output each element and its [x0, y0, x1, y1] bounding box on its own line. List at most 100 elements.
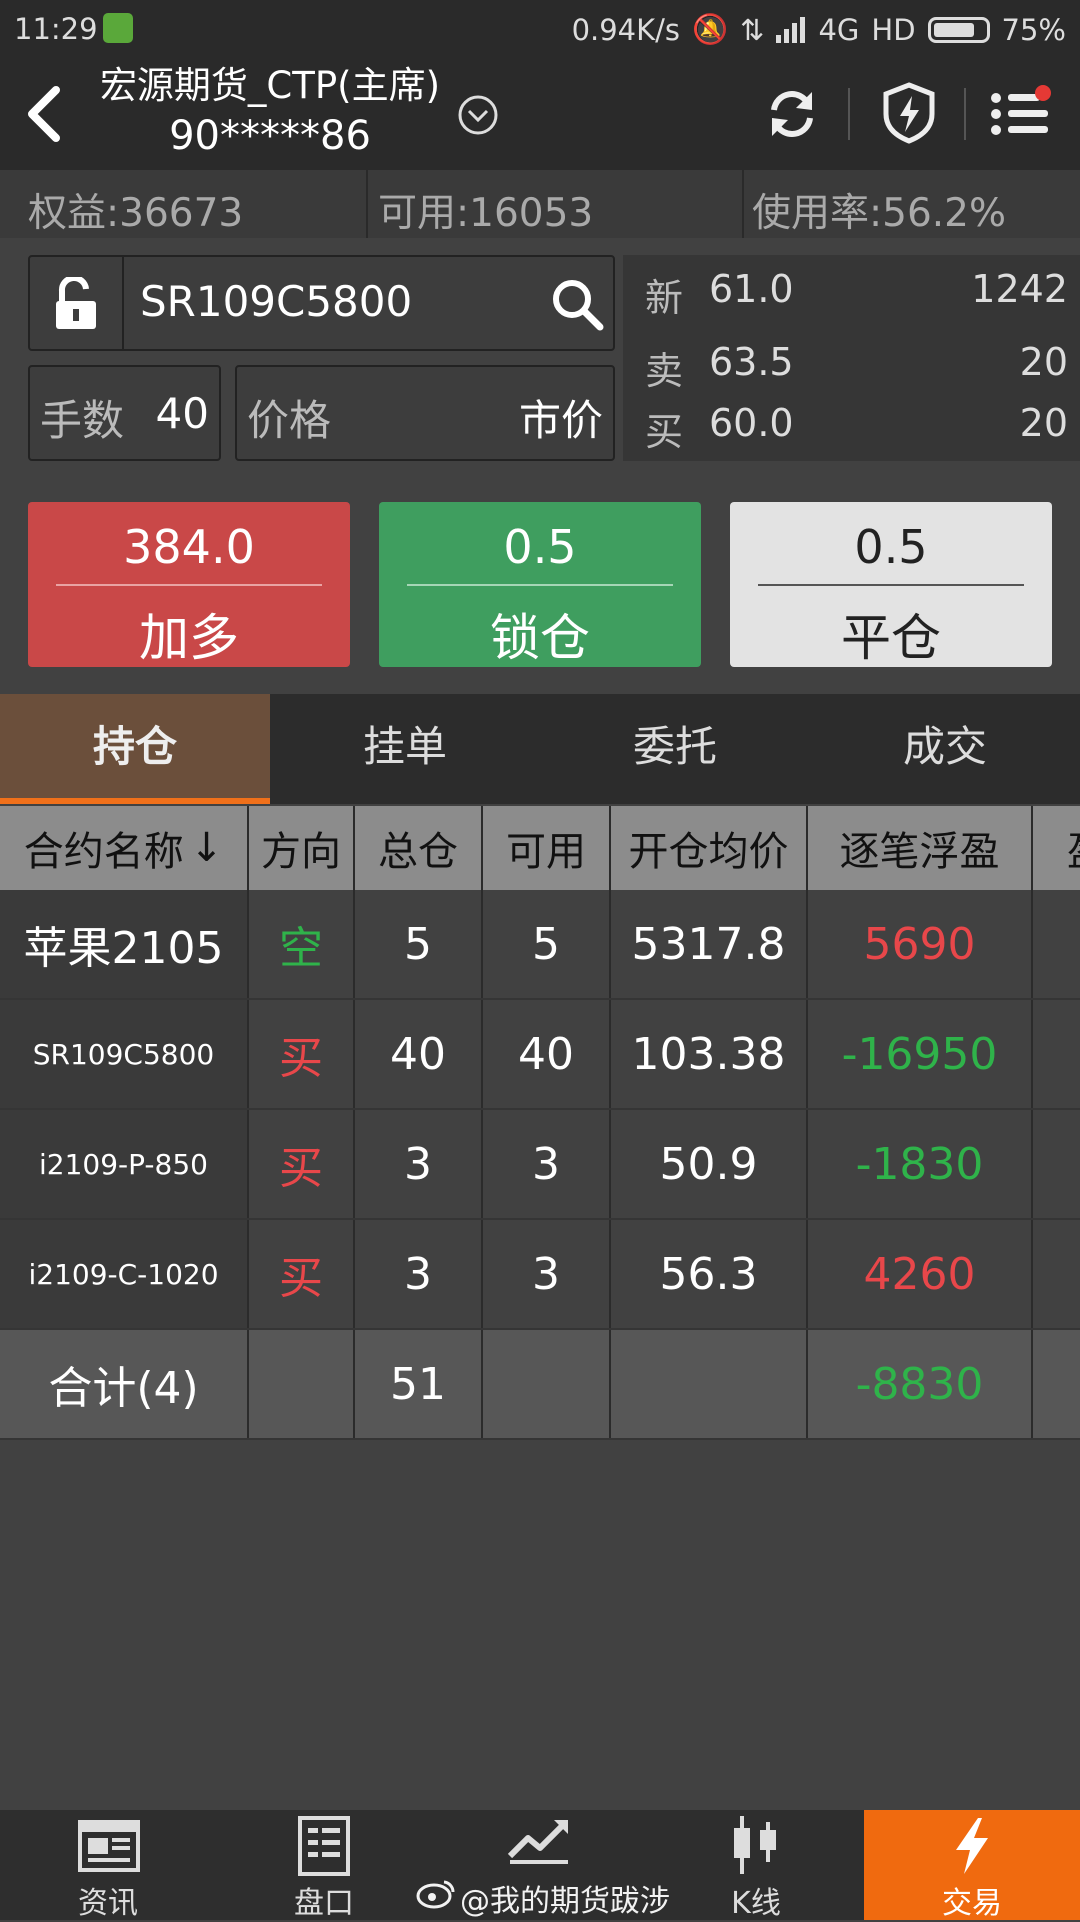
bid-label: 买 — [645, 410, 684, 454]
tab-positions[interactable]: 持仓 — [0, 694, 270, 804]
last-label: 新 — [645, 276, 684, 320]
cell-more — [1033, 890, 1080, 998]
cell-float-pnl: 5690 — [808, 890, 1033, 998]
lots-label: 手数 — [40, 396, 125, 445]
table-row[interactable]: 苹果2105 空 5 5 5317.8 5690 — [0, 890, 1080, 1000]
cell-total: 5 — [355, 890, 483, 998]
account-number: 90*****86 — [169, 113, 371, 159]
divider — [56, 584, 322, 586]
cell-avg-price: 5317.8 — [611, 890, 808, 998]
divider — [758, 584, 1024, 586]
lightning-icon — [956, 1818, 988, 1874]
status-time: 11:29 — [14, 12, 98, 46]
trend-chart-icon — [507, 1820, 568, 1864]
tab-trades[interactable]: 成交 — [810, 694, 1080, 804]
cell-total: 40 — [355, 1000, 483, 1108]
battery-icon — [927, 16, 990, 43]
bid-volume: 20 — [1019, 401, 1068, 445]
quote-ask[interactable]: 卖 63.5 20 — [645, 340, 1068, 400]
nav-trade[interactable]: 交易 — [864, 1810, 1080, 1921]
header-float-pnl: 逐笔浮盈 — [808, 806, 1033, 890]
status-bar: 11:29 0.94K/s 🔕 ⇅ 4G HD 75% — [0, 0, 1080, 58]
weibo-icon — [416, 1880, 455, 1909]
nav-kline-label: K线 — [731, 1886, 781, 1921]
cell-avg-price: 56.3 — [611, 1220, 808, 1328]
position-tabs: 持仓 挂单 委托 成交 — [0, 694, 1080, 804]
nav-news-label: 资讯 — [78, 1886, 138, 1921]
cell-direction: 买 — [249, 1110, 355, 1218]
table-row[interactable]: i2109-C-1020 买 3 3 56.3 4260 — [0, 1220, 1080, 1330]
back-icon[interactable] — [24, 86, 64, 142]
total-direction — [249, 1330, 355, 1438]
total-float-pnl: -8830 — [808, 1330, 1033, 1438]
price-label: 价格 — [247, 396, 332, 445]
total-available — [483, 1330, 611, 1438]
price-value[interactable]: 市价 — [519, 387, 603, 448]
contract-code[interactable]: SR109C5800 — [140, 277, 412, 326]
price-field[interactable]: 价格 市价 — [235, 365, 615, 461]
data-arrows-icon: ⇅ — [740, 12, 765, 47]
tab-orders[interactable]: 委托 — [540, 694, 810, 804]
lock-toggle[interactable] — [30, 257, 124, 349]
buy-long-button[interactable]: 384.0 加多 — [28, 502, 350, 667]
total-avg-price — [611, 1330, 808, 1438]
orderbook-icon — [298, 1816, 350, 1876]
nav-orderbook-label: 盘口 — [294, 1886, 354, 1921]
tab-pending[interactable]: 挂单 — [270, 694, 540, 804]
equity: 权益:36673 — [28, 191, 244, 236]
table-row[interactable]: i2109-P-850 买 3 3 50.9 -1830 — [0, 1110, 1080, 1220]
header-divider — [964, 88, 966, 140]
broker-name: 宏源期货_CTP(主席) — [99, 64, 441, 107]
cell-avg-price: 50.9 — [611, 1110, 808, 1218]
contract-selector[interactable]: SR109C5800 — [28, 255, 615, 351]
table-row[interactable]: SR109C5800 买 40 40 103.38 -16950 — [0, 1000, 1080, 1110]
header-avg-price: 开仓均价 — [611, 806, 808, 890]
lock-price: 0.5 — [503, 520, 577, 574]
refresh-icon[interactable] — [764, 86, 820, 142]
header-contract[interactable]: 合约名称 ↓ — [0, 806, 249, 890]
hd-badge: HD — [871, 12, 916, 47]
cell-contract: 苹果2105 — [0, 890, 249, 998]
search-icon[interactable] — [550, 277, 604, 331]
total-positions: 51 — [355, 1330, 483, 1438]
mute-icon: 🔕 — [692, 12, 729, 46]
shield-lightning-icon[interactable] — [882, 82, 936, 144]
account-dropdown-icon[interactable] — [457, 94, 499, 136]
nav-orderbook[interactable]: 盘口 — [216, 1810, 432, 1921]
cell-direction: 空 — [249, 890, 355, 998]
lots-field[interactable]: 手数 40 — [28, 365, 221, 461]
cell-direction: 买 — [249, 1000, 355, 1108]
unlock-icon — [56, 277, 96, 329]
quote-bid[interactable]: 买 60.0 20 — [645, 401, 1068, 461]
cell-total: 3 — [355, 1220, 483, 1328]
cell-direction: 买 — [249, 1220, 355, 1328]
nav-news[interactable]: 资讯 — [0, 1810, 216, 1921]
close-position-button[interactable]: 0.5 平仓 — [730, 502, 1052, 667]
close-price: 0.5 — [854, 520, 928, 574]
cell-more — [1033, 1220, 1080, 1328]
header-contract-label: 合约名称 — [23, 829, 184, 875]
cell-contract: i2109-C-1020 — [0, 1220, 249, 1328]
header-total: 总仓 — [355, 806, 483, 890]
cell-float-pnl: 4260 — [808, 1220, 1033, 1328]
lock-label: 锁仓 — [490, 609, 590, 667]
header-divider — [848, 88, 850, 140]
net-speed: 0.94K/s — [571, 12, 681, 47]
nav-kline[interactable]: K线 — [648, 1810, 864, 1921]
margin-usage: 使用率:56.2% — [752, 191, 1007, 236]
watermark-text: @我的期货跋涉 — [460, 1884, 670, 1919]
available-funds: 可用:16053 — [378, 191, 594, 236]
last-volume: 1242 — [971, 267, 1068, 311]
cell-float-pnl: -1830 — [808, 1110, 1033, 1218]
buy-label: 加多 — [139, 609, 239, 667]
cell-total: 3 — [355, 1110, 483, 1218]
cell-more — [1033, 1000, 1080, 1108]
cell-contract: i2109-P-850 — [0, 1110, 249, 1218]
cell-available: 40 — [483, 1000, 611, 1108]
menu-icon[interactable] — [990, 84, 1054, 140]
lock-position-button[interactable]: 0.5 锁仓 — [379, 502, 701, 667]
app-header: 宏源期货_CTP(主席) 90*****86 — [0, 58, 1080, 170]
signal-icon — [776, 16, 806, 43]
close-label: 平仓 — [841, 609, 941, 667]
lots-value[interactable]: 40 — [156, 389, 209, 438]
